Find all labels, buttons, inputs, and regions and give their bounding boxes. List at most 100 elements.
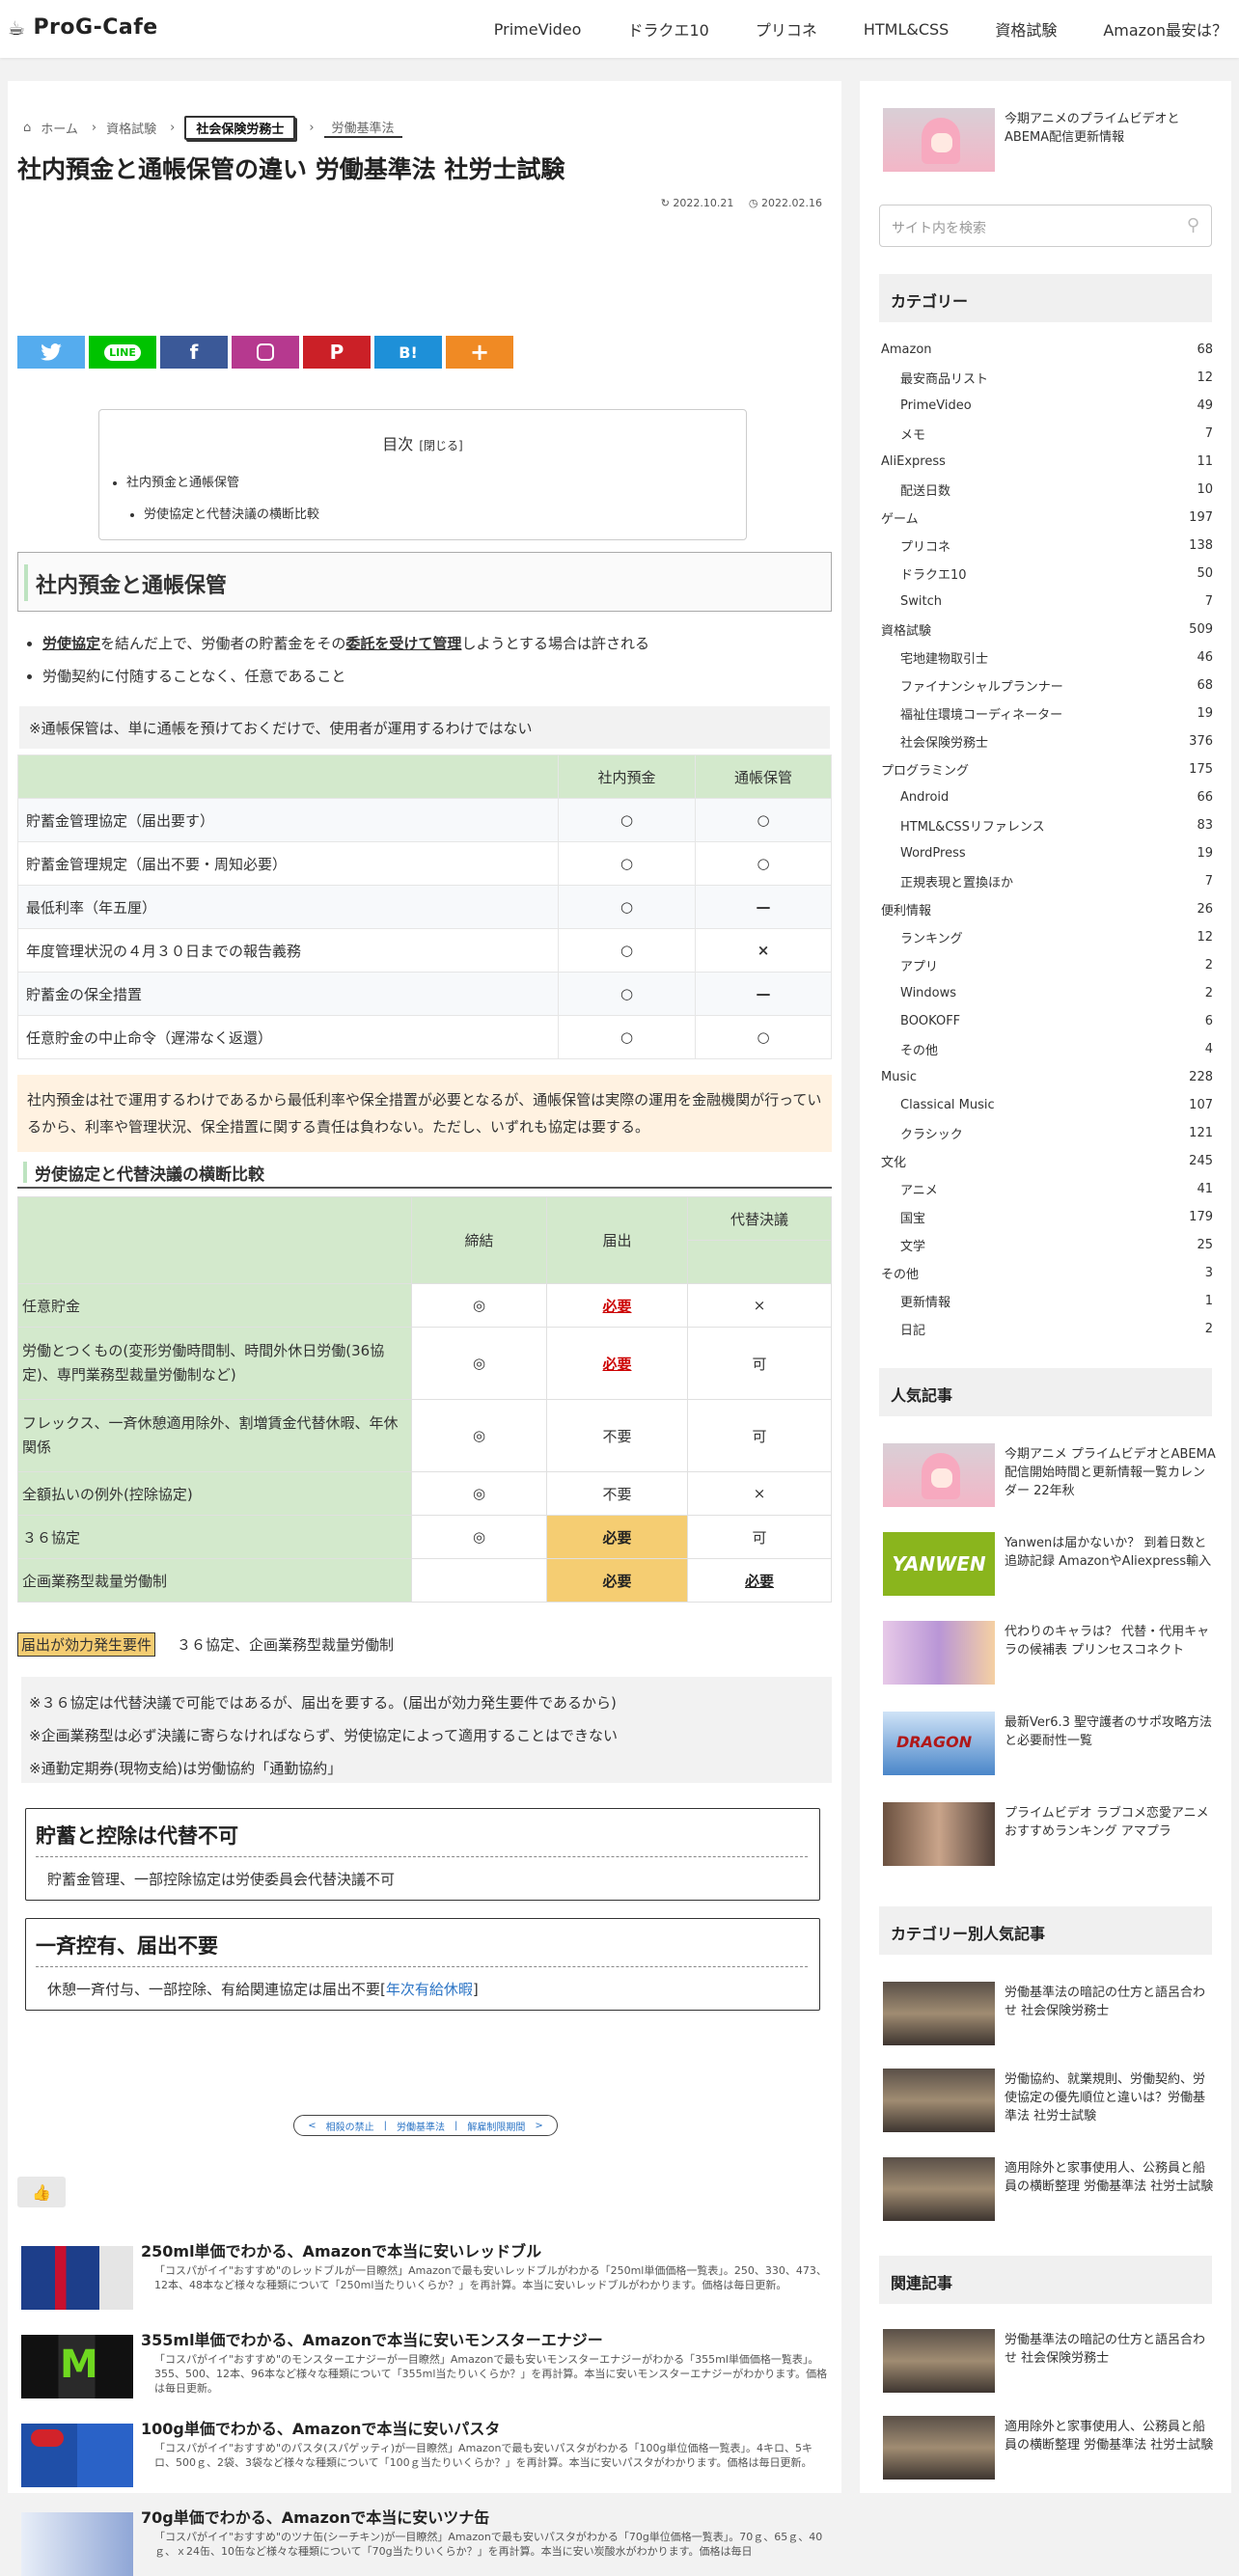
related-post[interactable]: M 355ml単価でわかる、Amazonで本当に安いモンスターエナジー 「コスパ… [21,2327,832,2404]
toc-item[interactable]: 社内預金と通帳保管 [126,472,746,490]
category-item[interactable]: クラシック 121 [881,1119,1213,1147]
category-item[interactable]: その他 4 [881,1035,1213,1063]
related-post[interactable]: 250ml単価でわかる、Amazonで本当に安いレッドブル 「コスパがイイ"おす… [21,2238,832,2316]
search-icon[interactable]: ⚲ [1187,215,1199,235]
category-item[interactable]: メモ 7 [881,420,1213,448]
category-item[interactable]: その他 3 [881,1259,1213,1287]
like-button[interactable]: 👍 [17,2177,66,2207]
category-name: Classical Music [900,1098,995,1112]
toc-item[interactable]: 労使協定と代替決議の横断比較 [144,504,746,522]
category-item[interactable]: 配送日数 10 [881,476,1213,504]
category-count: 1 [1204,1294,1213,1308]
category-item[interactable]: アニメ 41 [881,1175,1213,1203]
popular-post[interactable]: YANWEN Yanwenは届かないか？ 到着日数と追跡記録 AmazonやAl… [883,1532,1216,1600]
popular-post[interactable]: DRAGON 最新Ver6.3 聖守護者のサポ攻略方法と必要耐性一覧 [883,1712,1216,1779]
section-heading: 社内預金と通帳保管 [17,552,832,612]
category-item[interactable]: Android 66 [881,783,1213,811]
category-item[interactable]: ゲーム 197 [881,504,1213,532]
category-count: 66 [1197,790,1213,805]
category-item[interactable]: 正規表現と置換ほか 7 [881,867,1213,895]
categories-heading: カテゴリー [879,274,1212,322]
category-item[interactable]: Amazon 68 [881,336,1213,364]
category-item[interactable]: AliExpress 11 [881,448,1213,476]
category-item[interactable]: プログラミング 175 [881,755,1213,783]
category-item[interactable]: ランキング 12 [881,923,1213,951]
category-item[interactable]: 更新情報 1 [881,1287,1213,1315]
category-count: 25 [1197,1238,1213,1252]
popular-post[interactable]: プライムビデオ ラブコメ恋愛アニメおすすめランキング アマプラ [883,1802,1216,1870]
category-popular-post[interactable]: 適用除外と家事使用人、公務員と船員の横断整理 労働基準法 社労士試験 [883,2157,1216,2225]
breadcrumb-roudou[interactable]: 労働基準法 [323,118,402,138]
category-item[interactable]: WordPress 19 [881,839,1213,867]
category-item[interactable]: Switch 7 [881,588,1213,616]
category-item[interactable]: 文化 245 [881,1147,1213,1175]
category-item[interactable]: 宅地建物取引士 46 [881,644,1213,671]
category-item[interactable]: 資格試験 509 [881,616,1213,644]
category-popular-post[interactable]: 労働協約、就業規則、労働契約、労使協定の優先順位と違いは？労働基準法 社労士試験 [883,2069,1216,2136]
table-row: 任意貯金の中止命令（遅滞なく返還） ○ ○ [17,1015,832,1059]
category-item[interactable]: 日記 2 [881,1315,1213,1343]
search-input[interactable]: サイト内を検索 ⚲ [879,205,1212,247]
monster-thumbnail: M [21,2335,133,2398]
toc-toggle[interactable]: [閉じる] [419,439,462,452]
nav-priconne[interactable]: プリコネ [756,17,817,41]
hatena-share-button[interactable]: B! [374,336,442,369]
category-item[interactable]: HTML&CSSリファレンス 83 [881,811,1213,839]
category-item[interactable]: PrimeVideo 49 [881,392,1213,420]
related-sidebar-post[interactable]: 労働基準法の暗記の仕方と語呂合わせ 社会保険労務士 [883,2329,1216,2397]
site-logo[interactable]: ☕ ProG-Cafe [8,15,158,40]
pinterest-share-button[interactable]: P [303,336,371,369]
popular-post[interactable]: 今期アニメ プライムビデオとABEMA配信開始時間と更新情報一覧カレンダー 22… [883,1443,1216,1511]
summary-box: 貯蓄と控除は代替不可 貯蓄金管理、一部控除協定は労使委員会代替決議不可 [25,1808,820,1901]
category-item[interactable]: ファイナンシャルプランナー 68 [881,671,1213,699]
category-name: Windows [900,986,957,1000]
category-count: 68 [1197,343,1213,357]
sidebar-top-post[interactable]: 今期アニメのプライムビデオとABEMA配信更新情報 [883,108,1216,176]
category-item[interactable]: 福祉住環境コーディネーター 19 [881,699,1213,727]
instagram-share-button[interactable] [232,336,299,369]
nav-exams[interactable]: 資格試験 [995,17,1057,41]
twitter-share-button[interactable] [17,336,85,369]
facebook-share-button[interactable]: f [160,336,228,369]
nav-htmlcss[interactable]: HTML&CSS [864,20,949,39]
category-item[interactable]: プリコネ 138 [881,532,1213,560]
category-name: BOOKOFF [900,1014,961,1028]
category-item[interactable]: 最安商品リスト 12 [881,364,1213,392]
category-item[interactable]: 便利情報 26 [881,895,1213,923]
table-row: 企画業務型裁量労働制 必要 必要 [17,1558,832,1603]
related-sidebar-post[interactable]: 適用除外と家事使用人、公務員と船員の横断整理 労働基準法 社労士試験 [883,2416,1216,2483]
category-item[interactable]: Classical Music 107 [881,1091,1213,1119]
category-popular-post[interactable]: 労働基準法の暗記の仕方と語呂合わせ 社会保険労務士 [883,1982,1216,2049]
category-item[interactable]: ドラクエ10 50 [881,560,1213,588]
category-name: 文化 [881,1156,907,1170]
popular-post[interactable]: 代わりのキャラは？ 代替・代用キャラの候補表 プリンセスコネクト [883,1621,1216,1688]
breadcrumb-exams[interactable]: 資格試験 [106,119,156,137]
breadcrumb-home[interactable]: ホーム [41,119,78,137]
table-row: 年度管理状況の４月３０日までの報告義務 ○ × [17,928,832,973]
category-item[interactable]: 社会保険労務士 376 [881,727,1213,755]
category-item[interactable]: アプリ 2 [881,951,1213,979]
table-row: 貯蓄金管理規定（届出不要・周知必要） ○ ○ [17,841,832,886]
category-item[interactable]: 国宝 179 [881,1203,1213,1231]
breadcrumb-sharoushi[interactable]: 社会保険労務士 [184,116,296,140]
more-share-button[interactable]: + [446,336,513,369]
category-name: 文学 [900,1240,926,1254]
category-item[interactable]: Windows 2 [881,979,1213,1007]
annual-leave-link[interactable]: 年次有給休暇 [386,1981,473,1998]
next-post-link[interactable]: 解雇制限期間 [467,2119,525,2133]
nav-primevideo[interactable]: PrimeVideo [494,20,582,39]
category-name: プログラミング [881,764,970,779]
table-row: 任意貯金 ◎ 必要 × [17,1283,832,1328]
nav-dq10[interactable]: ドラクエ10 [627,17,708,41]
note-box: ※通帳保管は、単に通帳を預けておくだけで、使用者が運用するわけではない [19,706,830,749]
line-share-button[interactable]: LINE [89,336,156,369]
breadcrumb: ⌂ ホーム › 資格試験 › 社会保険労務士 › 労働基準法 [23,116,402,140]
nav-amazon[interactable]: Amazon最安は？ [1103,17,1227,41]
related-post[interactable]: 70g単価でわかる、Amazonで本当に安いツナ缶 「コスパがイイ"おすすめ"の… [21,2505,832,2576]
category-item[interactable]: BOOKOFF 6 [881,1007,1213,1035]
category-item[interactable]: 文学 25 [881,1231,1213,1259]
category-item[interactable]: Music 228 [881,1063,1213,1091]
related-post[interactable]: 100g単価でわかる、Amazonで本当に安いパスタ 「コスパがイイ"おすすめ"… [21,2416,832,2493]
category-link[interactable]: 労働基準法 [397,2119,445,2133]
prev-post-link[interactable]: 相殺の禁止 [326,2119,374,2133]
